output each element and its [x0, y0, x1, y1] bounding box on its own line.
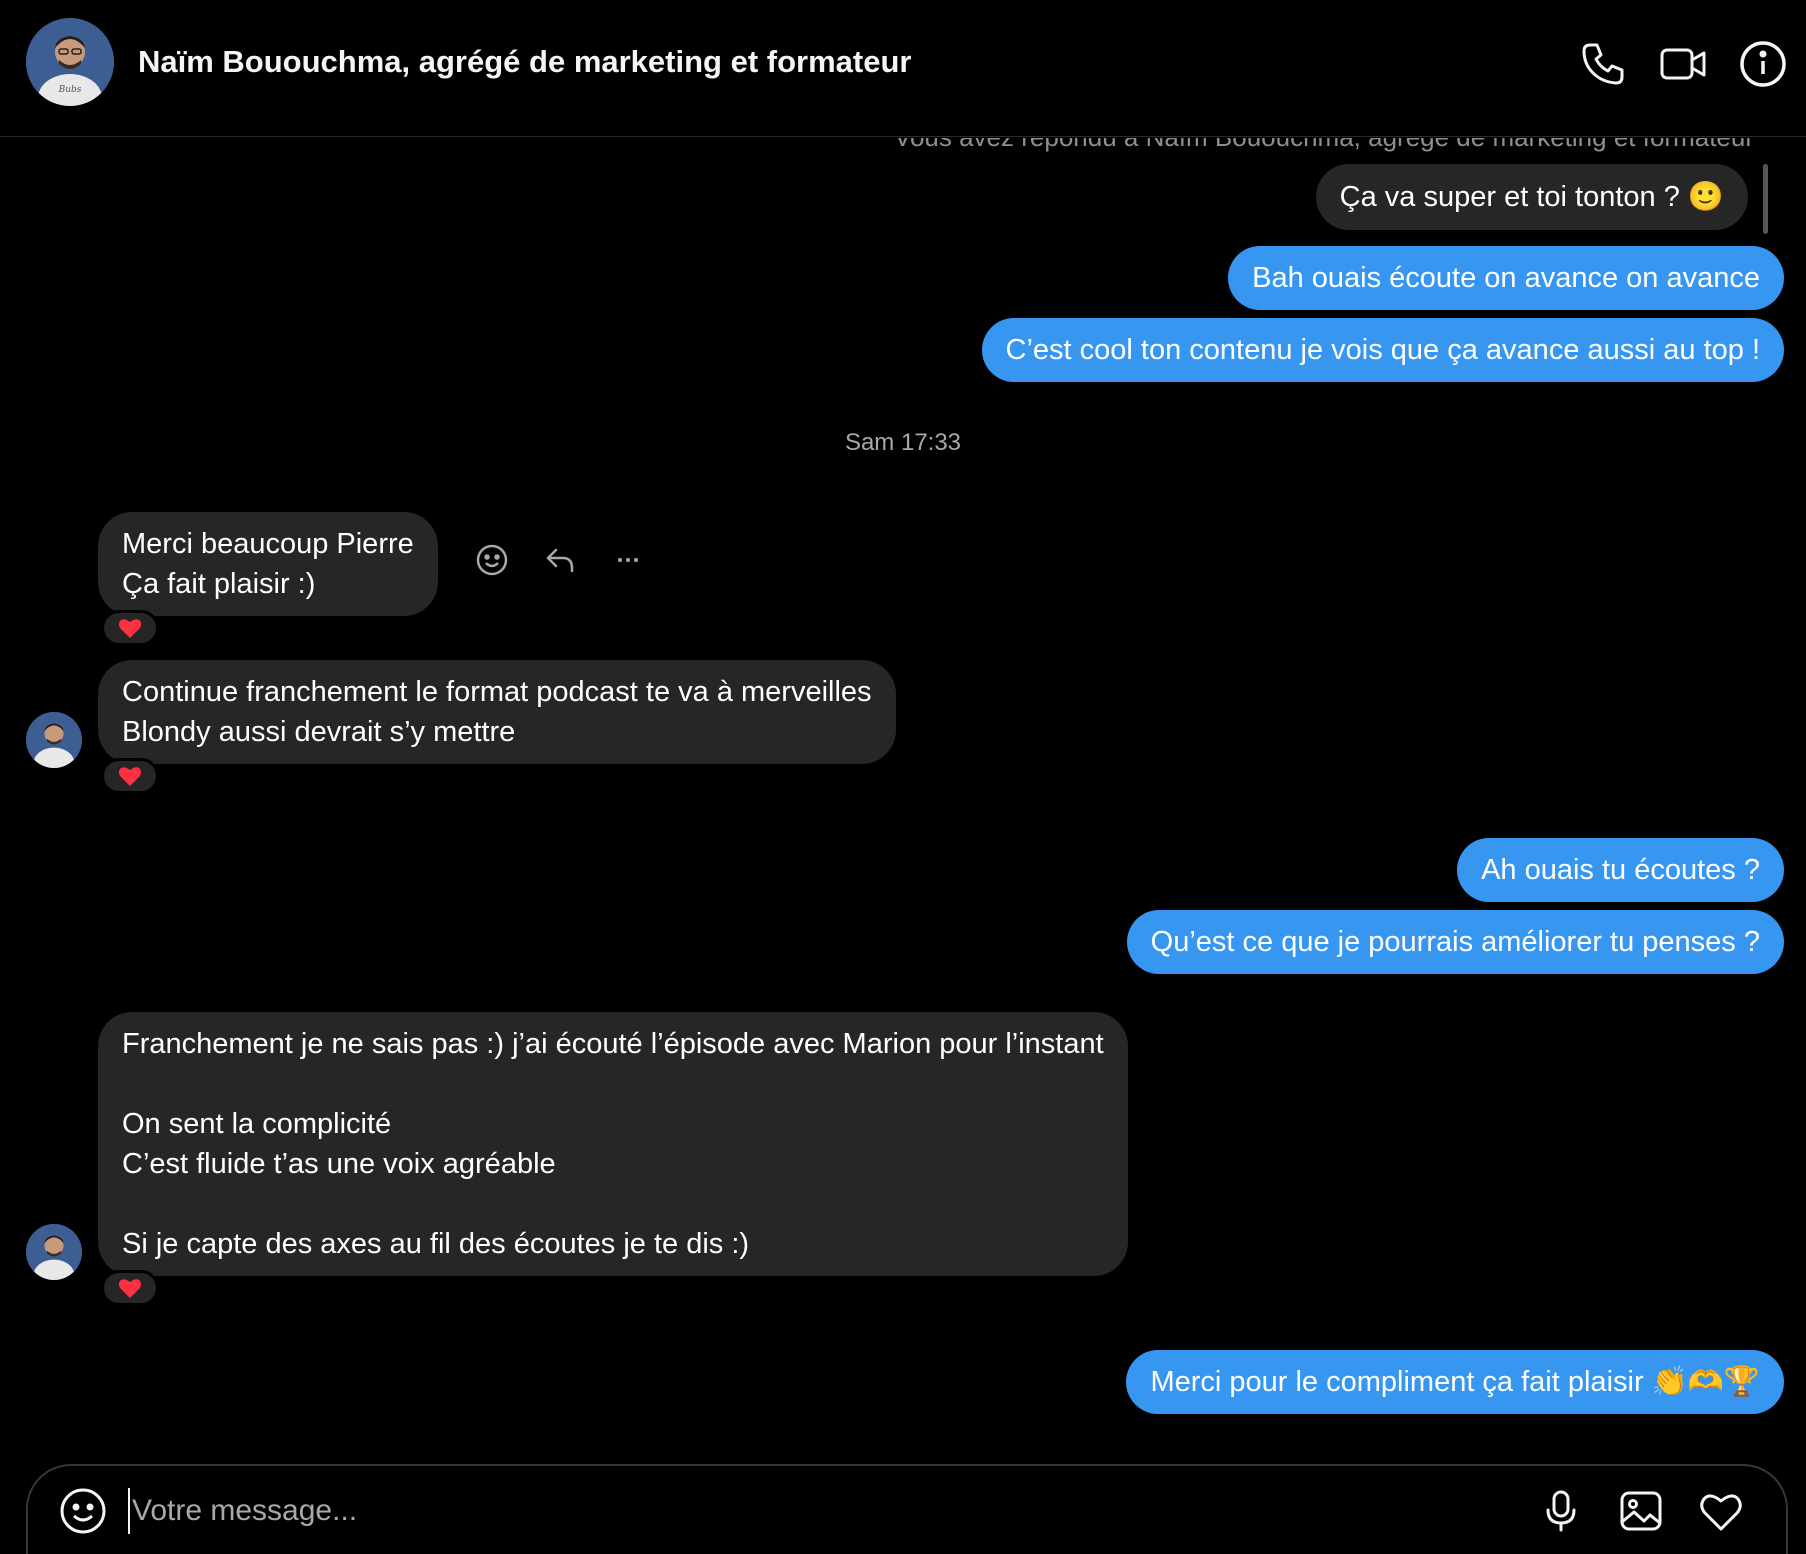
reply-context-note: Vous avez répondu à Naïm Bououchma, agré… — [894, 138, 1754, 153]
sender-avatar[interactable] — [26, 712, 82, 768]
message-bubble-sent[interactable]: Qu’est ce que je pourrais améliorer tu p… — [1126, 910, 1784, 974]
conversation-info-button[interactable] — [1736, 37, 1790, 91]
message-bubble-received[interactable]: Continue franchement le format podcast t… — [98, 660, 896, 764]
message-bubble-sent[interactable]: Merci pour le compliment ça fait plaisir… — [1126, 1350, 1784, 1414]
attach-image-button[interactable] — [1616, 1486, 1666, 1536]
message-composer — [26, 1464, 1788, 1554]
message-reaction[interactable] — [101, 758, 159, 794]
reply-icon — [546, 548, 574, 573]
heart-reaction-icon — [118, 767, 142, 786]
message-bubble-received[interactable]: Franchement je ne sais pas :) j’ai écout… — [98, 1012, 1128, 1276]
heart-reaction-icon — [118, 619, 142, 638]
message-bubble-sent[interactable]: Ah ouais tu écoutes ? — [1457, 838, 1784, 902]
message-bubble-sent[interactable]: Bah ouais écoute on avance on avance — [1228, 246, 1784, 310]
message-bubble-reply[interactable]: Ça va super et toi tonton ? 🙂 — [1315, 164, 1748, 230]
reply-button[interactable] — [542, 542, 578, 578]
phone-icon — [1582, 43, 1624, 85]
video-call-button[interactable] — [1656, 37, 1710, 91]
heart-reaction-icon — [118, 1279, 142, 1298]
message-hover-actions — [474, 542, 646, 578]
send-heart-button[interactable] — [1696, 1486, 1746, 1536]
react-button[interactable] — [474, 542, 510, 578]
message-timestamp: Sam 17:33 — [844, 429, 962, 456]
dm-window: Bubs Naïm Bououchma, agrégé de marketing… — [0, 0, 1806, 1554]
voice-message-button[interactable] — [1536, 1486, 1586, 1536]
scrollbar-thumb[interactable] — [1763, 164, 1768, 234]
call-button[interactable] — [1576, 37, 1630, 91]
message-thread[interactable]: Vous avez répondu à Naïm Bououchma, agré… — [0, 138, 1806, 1458]
message-bubble-received[interactable]: Merci beaucoup Pierre Ça fait plaisir :) — [98, 512, 438, 616]
conversation-header: Bubs Naïm Bououchma, agrégé de marketing… — [0, 0, 1806, 137]
message-reaction[interactable] — [101, 1270, 159, 1306]
message-reaction[interactable] — [101, 610, 159, 646]
microphone-icon — [1546, 1490, 1576, 1532]
more-icon — [618, 558, 638, 562]
sender-avatar[interactable] — [26, 1224, 82, 1280]
contact-name[interactable]: Naïm Bououchma, agrégé de marketing et f… — [138, 44, 911, 80]
image-icon — [1620, 1491, 1662, 1531]
emoji-picker-button[interactable] — [58, 1486, 108, 1536]
message-bubble-sent[interactable]: C’est cool ton contenu je vois que ça av… — [981, 318, 1784, 382]
heart-icon — [1700, 1494, 1742, 1531]
video-icon — [1660, 48, 1706, 80]
contact-avatar[interactable]: Bubs — [26, 18, 114, 106]
react-emoji-icon — [476, 544, 508, 576]
avatar-shirt-text: Bubs — [58, 85, 82, 95]
emoji-icon — [60, 1488, 106, 1534]
message-input[interactable] — [128, 1488, 1428, 1534]
info-icon — [1740, 41, 1786, 87]
more-options-button[interactable] — [610, 542, 646, 578]
